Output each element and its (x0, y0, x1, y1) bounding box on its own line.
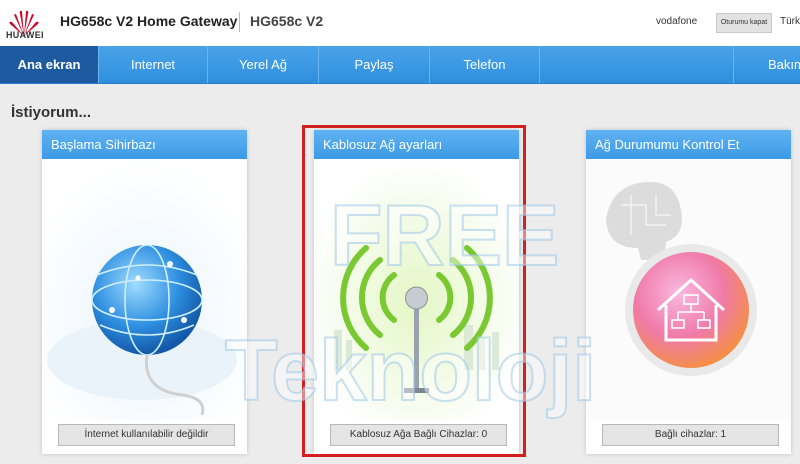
logout-button[interactable]: Oturumu kapat (716, 13, 772, 33)
page-heading: İstiyorum... (11, 104, 92, 121)
card-title: Başlama Sihirbazı (42, 130, 247, 159)
connected-devices-status: Bağlı cihazlar: 1 (602, 424, 779, 446)
language-selector[interactable]: Türkçe (780, 16, 800, 27)
top-bar: HUAWEI HG658c V2 Home Gateway HG658c V2 … (0, 0, 800, 46)
card-title: Ağ Durumumu Kontrol Et (586, 130, 791, 159)
title-divider (239, 12, 240, 32)
tab-internet[interactable]: Internet (99, 46, 208, 83)
globe-icon (42, 160, 247, 420)
tab-paylas[interactable]: Paylaş (319, 46, 430, 83)
tab-yerel-ag[interactable]: Yerel Ağ (208, 46, 319, 83)
home-network-icon (586, 160, 791, 420)
card-setup-wizard[interactable]: Başlama Sihirbazı İnternet kullanılabili… (42, 130, 247, 454)
tab-bakim[interactable]: Bakım (733, 46, 800, 83)
internet-status: İnternet kullanılabilir değildir (58, 424, 235, 446)
model-name: HG658c V2 (250, 13, 324, 29)
logo-text: HUAWEI (6, 30, 44, 40)
highlight-frame (302, 125, 526, 457)
card-network-status[interactable]: Ağ Durumumu Kontrol Et Bağlı cihazlar: 1 (586, 130, 791, 454)
tab-ana-ekran[interactable]: Ana ekran (0, 46, 99, 83)
product-title: HG658c V2 Home Gateway (60, 13, 238, 29)
username: vodafone (656, 16, 698, 27)
tab-telefon[interactable]: Telefon (430, 46, 540, 83)
main-nav: Ana ekran Internet Yerel Ağ Paylaş Telef… (0, 46, 800, 84)
